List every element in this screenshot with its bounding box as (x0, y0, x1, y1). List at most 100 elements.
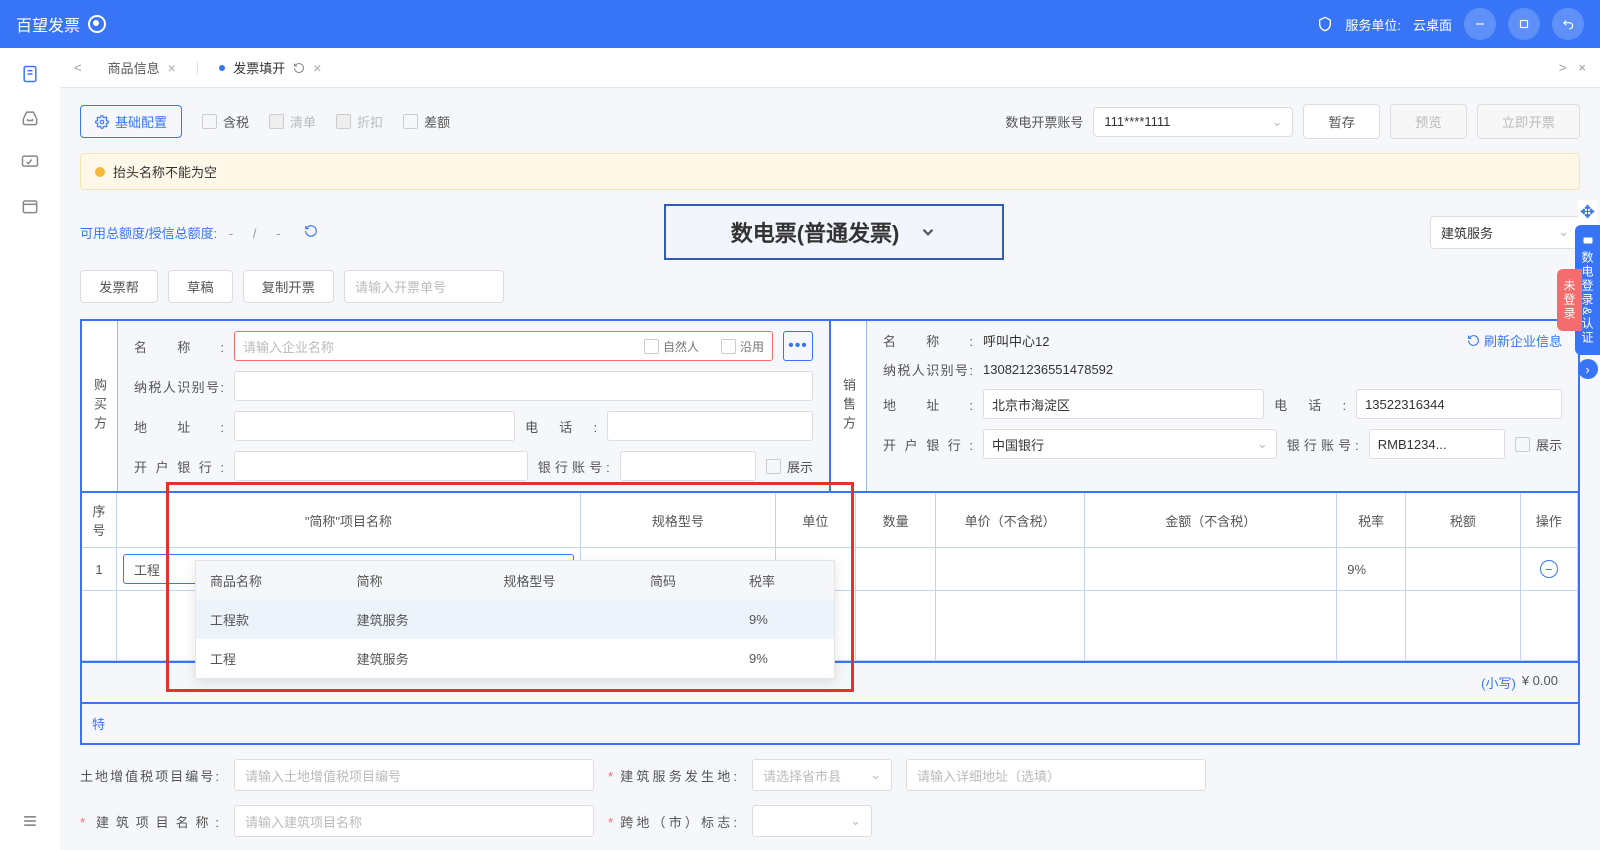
seller-title: 销售方 (831, 321, 867, 491)
refresh-icon[interactable] (293, 62, 305, 74)
maximize-button[interactable] (1508, 8, 1540, 40)
seller-show-checkbox[interactable]: 展示 (1515, 435, 1562, 454)
main-area: < 商品信息 × | 发票填开 × > × 基础配置 含税 清单 折扣 差额 (60, 48, 1600, 850)
tab-prev[interactable]: < (68, 56, 88, 79)
col-seq: 序号 (82, 492, 116, 548)
side-arrow-button[interactable]: › (1578, 359, 1598, 379)
invoice-icon[interactable] (20, 64, 40, 84)
lookup-buyer-button[interactable]: ••• (783, 331, 813, 361)
config-button[interactable]: 基础配置 (80, 105, 182, 138)
content-area: 基础配置 含税 清单 折扣 差额 数电开票账号 111****1111 ⌄ 暂存… (60, 88, 1600, 850)
buyer-phone-input[interactable] (607, 411, 813, 441)
service-unit-label: 服务单位: (1345, 15, 1401, 34)
refresh-quota-button[interactable] (304, 224, 318, 238)
extra-fields: 土地增值税项目编号: 请输入土地增值税项目编号 *建筑服务发生地: 请选择省市县… (80, 745, 1580, 837)
move-handle-icon[interactable]: ✥ (1578, 200, 1597, 225)
seller-bankacct-input[interactable]: RMB1234... (1369, 429, 1505, 459)
carry-over-checkbox[interactable]: 沿用 (721, 338, 764, 355)
draft-button[interactable]: 草稿 (168, 270, 233, 303)
diff-checkbox[interactable]: 差额 (403, 112, 450, 131)
buyer-bank-label: 开户银行: (134, 457, 224, 476)
cell-price[interactable] (936, 548, 1085, 591)
tab-label: 商品信息 (108, 58, 160, 77)
tab-strip: < 商品信息 × | 发票填开 × > × (60, 48, 1600, 88)
refresh-icon (304, 224, 318, 238)
tab-close-all[interactable]: × (1572, 56, 1592, 79)
cross-city-select[interactable]: ⌄ (752, 805, 872, 837)
seller-name-value: 呼叫中心12 (983, 331, 1049, 350)
cell-rate[interactable]: 9% (1337, 548, 1406, 591)
chevron-down-icon: ⌄ (850, 813, 861, 829)
service-loc-select[interactable]: 请选择省市县⌄ (752, 759, 892, 791)
invoice-area: 购买方 名称: 请输入企业名称 自然人 沿用 ••• (80, 319, 1580, 745)
chevron-down-icon: ⌄ (1558, 224, 1569, 240)
buyer-name-input[interactable]: 请输入企业名称 自然人 沿用 (234, 331, 773, 361)
gear-icon (95, 115, 109, 129)
dh-spec: 规格型号 (489, 561, 636, 600)
close-icon[interactable]: × (168, 60, 176, 76)
toolbar: 基础配置 含税 清单 折扣 差额 数电开票账号 111****1111 ⌄ 暂存… (80, 104, 1580, 139)
back-button[interactable] (1552, 8, 1584, 40)
remove-row-button[interactable]: − (1540, 560, 1558, 578)
invoice-type-select[interactable]: 数电票(普通发票) (664, 204, 1004, 260)
monitor-icon[interactable] (20, 152, 40, 172)
proj-code-label: 土地增值税项目编号: (80, 766, 220, 785)
side-tab-status[interactable]: 未登录 (1557, 269, 1582, 331)
save-button[interactable]: 暂存 (1303, 104, 1380, 139)
copy-invoice-button[interactable]: 复制开票 (243, 270, 334, 303)
dropdown-option[interactable]: 工程 建筑服务 9% (196, 639, 834, 678)
proj-name-input[interactable]: 请输入建筑项目名称 (234, 805, 594, 837)
minimize-button[interactable] (1464, 8, 1496, 40)
chevron-down-icon: ⌄ (1271, 114, 1282, 130)
archive-icon[interactable] (20, 196, 40, 216)
buyer-bank-input[interactable] (234, 451, 528, 481)
issue-button: 立即开票 (1477, 104, 1580, 139)
cell-amount[interactable] (1085, 548, 1337, 591)
invoice-help-button[interactable]: 发票帮 (80, 270, 158, 303)
quota-row: 可用总额度/授信总额度: - / - 数电票(普通发票) 建筑服务 ⌄ (80, 204, 1580, 260)
tab-goods-info[interactable]: 商品信息 × (88, 48, 196, 88)
proj-code-input[interactable]: 请输入土地增值税项目编号 (234, 759, 594, 791)
tax-included-checkbox[interactable]: 含税 (202, 112, 249, 131)
cell-qty[interactable] (856, 548, 936, 591)
dropdown-option[interactable]: 工程款 建筑服务 9% (196, 600, 834, 639)
col-amount: 金额（不含税） (1085, 492, 1337, 548)
refresh-seller-button[interactable]: 刷新企业信息 (1467, 331, 1562, 350)
dh-rate: 税率 (735, 561, 834, 600)
active-dot-icon (219, 65, 225, 71)
category-select[interactable]: 建筑服务 ⌄ (1430, 216, 1580, 249)
close-icon[interactable]: × (313, 60, 321, 76)
col-spec: 规格型号 (580, 492, 775, 548)
tab-next[interactable]: > (1553, 56, 1573, 79)
dropdown-header: 商品名称 简称 规格型号 简码 税率 (196, 561, 834, 600)
cell-tax[interactable] (1406, 548, 1521, 591)
item-autocomplete-dropdown: 商品名称 简称 规格型号 简码 税率 工程款 建筑服务 9% 工程 建筑服务 9… (195, 560, 835, 679)
tab-invoice-fill[interactable]: 发票填开 × (199, 48, 341, 88)
order-no-input[interactable]: 请输入开票单号 (344, 270, 504, 303)
discount-label: 折扣 (357, 112, 383, 131)
menu-icon[interactable] (20, 811, 40, 831)
seller-bank-input[interactable]: 中国银行⌄ (983, 429, 1277, 459)
buyer-taxid-label: 纳税人识别号: (134, 377, 224, 396)
app-name: 百望发票 (16, 12, 80, 36)
account-label: 数电开票账号 (1005, 112, 1083, 131)
seller-address-input[interactable]: 北京市海淀区 (983, 389, 1264, 419)
buyer-taxid-input[interactable] (234, 371, 813, 401)
inbox-icon[interactable] (20, 108, 40, 128)
natural-person-checkbox[interactable]: 自然人 (644, 338, 699, 355)
totals-value: ¥ 0.00 (1522, 673, 1558, 692)
buyer-bankacct-input[interactable] (620, 451, 756, 481)
seller-phone-input[interactable]: 13522316344 (1356, 389, 1562, 419)
buyer-phone-label: 电话: (525, 417, 597, 436)
buyer-address-input[interactable] (234, 411, 515, 441)
grid-header-row: 序号 "简称"项目名称 规格型号 单位 数量 单价（不含税） 金额（不含税） 税… (82, 492, 1578, 548)
buyer-address-label: 地址: (134, 417, 224, 436)
warning-strip: 抬头名称不能为空 (80, 153, 1580, 190)
account-select[interactable]: 111****1111 ⌄ (1093, 107, 1293, 137)
seller-name-label: 名称: (883, 331, 973, 350)
buyer-show-checkbox[interactable]: 展示 (766, 457, 813, 476)
cell-op: − (1520, 548, 1577, 591)
shield-icon (1317, 16, 1333, 32)
cell-seq: 1 (82, 548, 116, 591)
detail-addr-input[interactable]: 请输入详细地址（选填） (906, 759, 1206, 791)
